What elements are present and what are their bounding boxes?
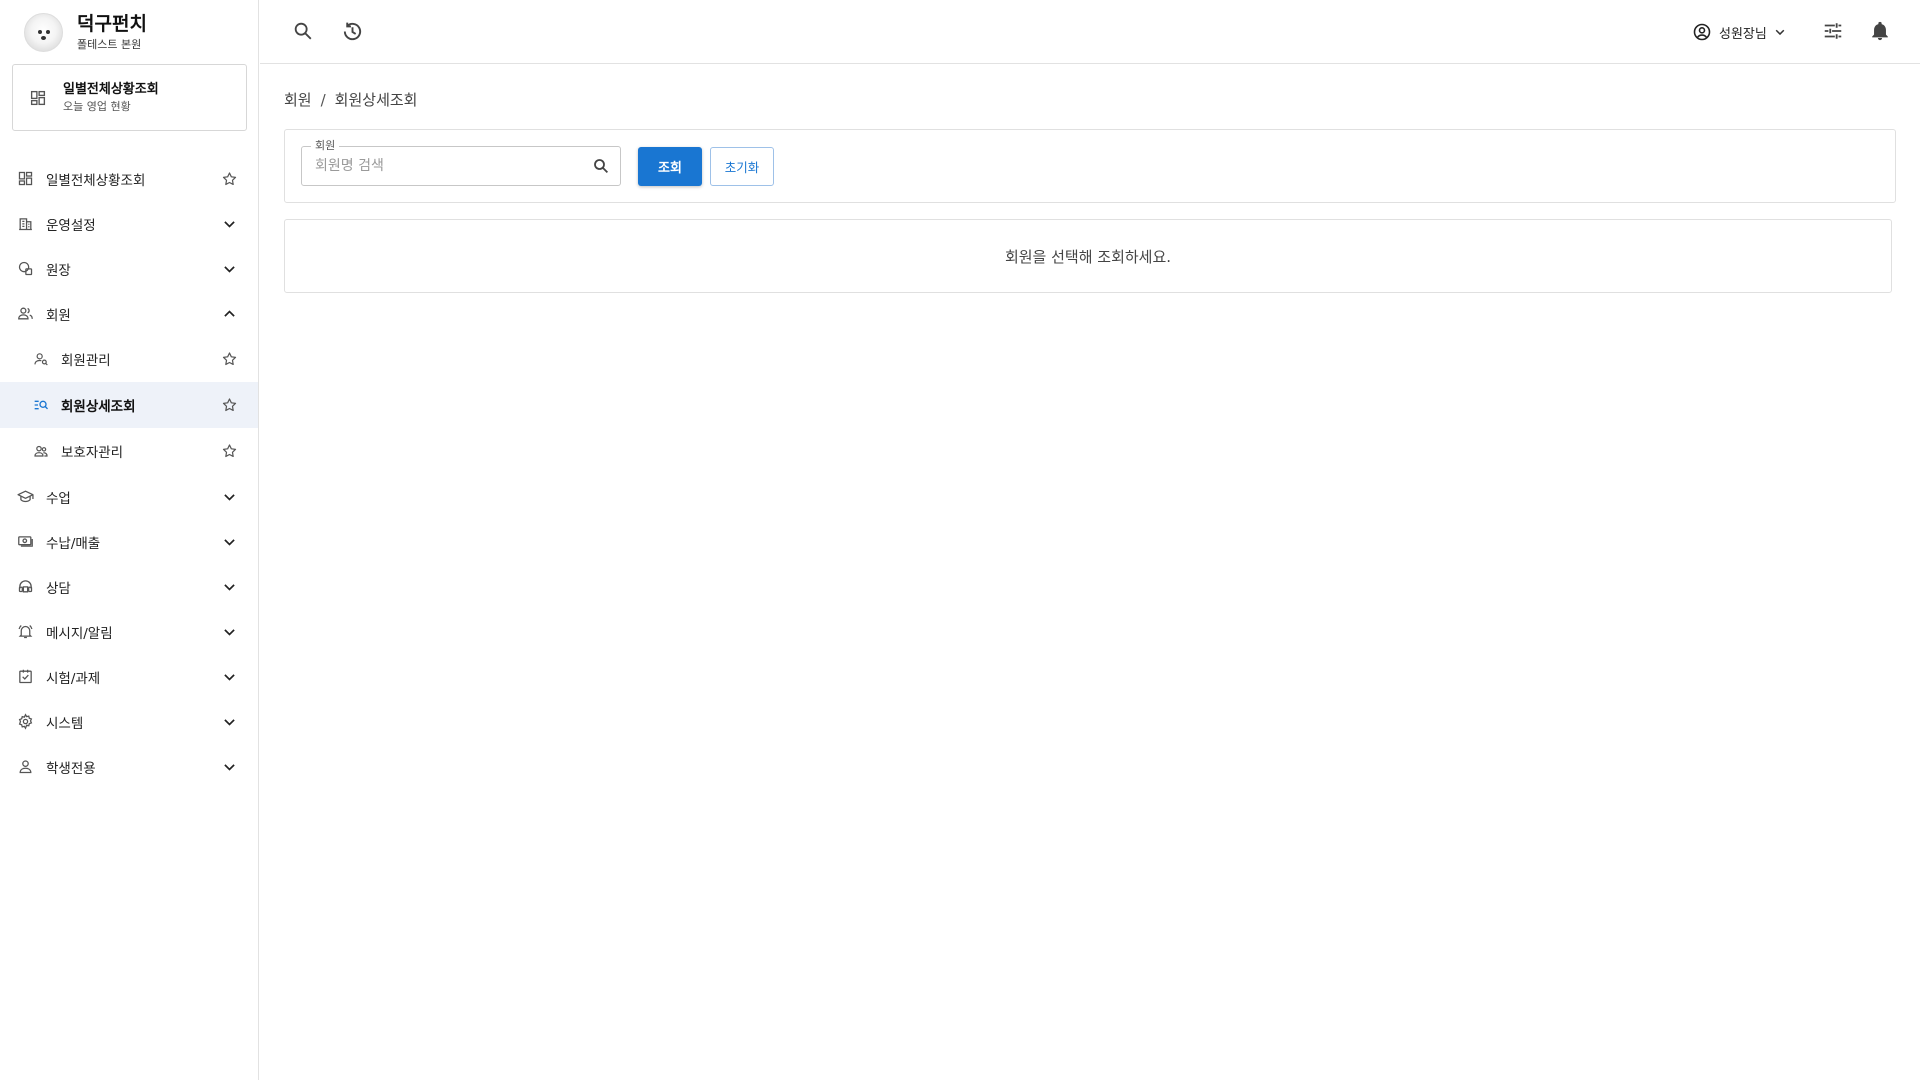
empty-state-message: 회원을 선택해 조회하세요. xyxy=(1004,247,1172,266)
breadcrumb-parent[interactable]: 회원 xyxy=(284,89,312,110)
chevron-down-icon xyxy=(221,713,238,730)
history-icon[interactable] xyxy=(340,19,364,43)
brand-avatar xyxy=(24,13,63,52)
brand[interactable]: 덕구펀치 폴테스트 본원 xyxy=(24,10,147,55)
star-icon[interactable] xyxy=(221,443,238,460)
app-root: 덕구펀치 폴테스트 본원 일별전체상황조회 오늘 영업 현황 일별전체상황조회 xyxy=(0,0,1920,1080)
guardian-icon xyxy=(32,443,49,460)
chevron-down-icon xyxy=(221,623,238,640)
sidebar-item-label: 시험/과제 xyxy=(46,670,101,687)
sidebar-item-label: 회원 xyxy=(46,307,71,324)
member-search-input[interactable] xyxy=(315,156,575,176)
member-search-field[interactable]: 회원 xyxy=(301,139,621,186)
chevron-down-icon xyxy=(221,488,238,505)
dashboard-card-title: 일별전체상황조회 xyxy=(63,81,159,97)
result-panel: 회원을 선택해 조회하세요. xyxy=(284,219,1892,293)
sidebar-item-label: 일별전체상황조회 xyxy=(46,172,146,189)
assignment-icon xyxy=(17,668,34,685)
sidebar-item-exams-assignments[interactable]: 시험/과제 xyxy=(0,654,258,699)
sidebar-item-members[interactable]: 회원 xyxy=(0,291,258,336)
list-search-icon xyxy=(32,397,49,414)
chevron-down-icon xyxy=(221,533,238,550)
breadcrumb: 회원 / 회원상세조회 xyxy=(284,89,417,110)
breadcrumb-current: 회원상세조회 xyxy=(334,91,418,109)
sidebar-item-guardian-management[interactable]: 보호자관리 xyxy=(0,428,258,474)
star-icon[interactable] xyxy=(221,397,238,414)
chevron-down-icon xyxy=(221,758,238,775)
school-icon xyxy=(17,488,34,505)
sidebar-item-student-only[interactable]: 학생전용 xyxy=(0,744,258,789)
headset-icon xyxy=(17,578,34,595)
dashboard-shortcut-card[interactable]: 일별전체상황조회 오늘 영업 현황 xyxy=(12,64,247,131)
student-icon xyxy=(17,758,34,775)
sidebar-item-label: 시스템 xyxy=(46,715,84,732)
academy-icon xyxy=(17,260,34,277)
dashboard-icon xyxy=(17,170,34,187)
chevron-down-icon xyxy=(221,578,238,595)
sidebar-item-label: 상담 xyxy=(46,580,71,597)
sidebar-item-label: 보호자관리 xyxy=(61,445,124,461)
sidebar: 덕구펀치 폴테스트 본원 일별전체상황조회 오늘 영업 현황 일별전체상황조회 xyxy=(0,0,259,1080)
sidebar-item-label: 운영설정 xyxy=(46,217,96,234)
search-panel: 회원 조회 초기화 xyxy=(284,129,1896,203)
user-menu[interactable]: 성원장님 xyxy=(1692,20,1787,44)
chevron-down-icon xyxy=(221,668,238,685)
user-name: 성원장님 xyxy=(1719,26,1767,42)
member-field-label: 회원 xyxy=(311,139,340,153)
bell-icon[interactable] xyxy=(1868,19,1892,43)
sidebar-item-daily-status[interactable]: 일별전체상황조회 xyxy=(0,156,258,201)
dashboard-card-subtitle: 오늘 영업 현황 xyxy=(63,99,131,113)
sidebar-item-label: 회원관리 xyxy=(61,353,111,369)
brand-branch: 폴테스트 본원 xyxy=(77,37,142,51)
star-icon[interactable] xyxy=(221,351,238,368)
sidebar-item-director[interactable]: 원장 xyxy=(0,246,258,291)
notification-icon xyxy=(17,623,34,640)
dashboard-icon xyxy=(29,89,47,107)
sidebar-item-operation-settings[interactable]: 운영설정 xyxy=(0,201,258,246)
sidebar-item-member-detail[interactable]: 회원상세조회 xyxy=(0,382,258,428)
chevron-down-icon xyxy=(1773,25,1787,39)
breadcrumb-separator: / xyxy=(320,90,326,109)
sidebar-item-member-management[interactable]: 회원관리 xyxy=(0,336,258,382)
sidebar-item-label: 수업 xyxy=(46,490,71,507)
search-icon[interactable] xyxy=(291,19,315,43)
chevron-down-icon xyxy=(221,260,238,277)
tune-icon[interactable] xyxy=(1821,19,1845,43)
sidebar-nav: 일별전체상황조회 운영설정 원장 회원 회원관리 회원상세조회 보호자관리 수업… xyxy=(0,156,258,789)
chevron-up-icon xyxy=(221,305,238,322)
sidebar-item-classes[interactable]: 수업 xyxy=(0,474,258,519)
chevron-down-icon xyxy=(221,215,238,232)
sidebar-item-consulting[interactable]: 상담 xyxy=(0,564,258,609)
sidebar-item-payments-sales[interactable]: 수납/매출 xyxy=(0,519,258,564)
sidebar-item-messages-alerts[interactable]: 메시지/알림 xyxy=(0,609,258,654)
reset-button[interactable]: 초기화 xyxy=(710,147,774,186)
sidebar-item-label: 회원상세조회 xyxy=(61,399,136,415)
building-icon xyxy=(17,215,34,232)
settings-icon xyxy=(17,713,34,730)
sidebar-item-label: 학생전용 xyxy=(46,760,96,777)
person-search-icon xyxy=(32,351,49,368)
brand-name: 덕구펀치 xyxy=(77,12,147,35)
search-button[interactable]: 조회 xyxy=(638,147,702,186)
payment-icon xyxy=(17,533,34,550)
people-icon xyxy=(17,305,34,322)
sidebar-item-system[interactable]: 시스템 xyxy=(0,699,258,744)
sidebar-item-label: 수납/매출 xyxy=(46,535,101,552)
search-icon[interactable] xyxy=(592,157,610,175)
topbar: 성원장님 xyxy=(260,0,1920,64)
sidebar-item-label: 메시지/알림 xyxy=(46,625,113,642)
account-icon xyxy=(1692,22,1712,42)
star-icon[interactable] xyxy=(221,170,238,187)
sidebar-item-label: 원장 xyxy=(46,262,71,279)
